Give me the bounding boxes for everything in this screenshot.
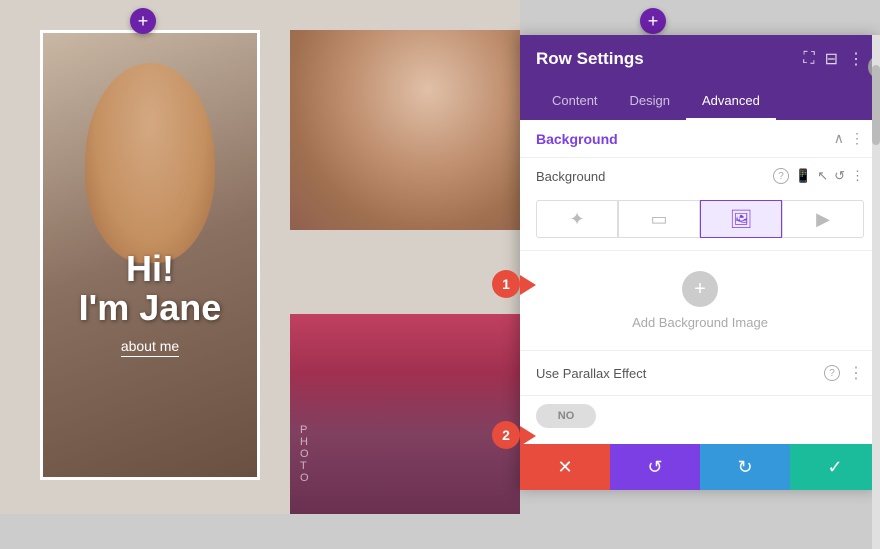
- redo-icon: ↻: [737, 457, 752, 478]
- badge-2-arrow: [520, 426, 536, 446]
- panel-tabs: Content Design Advanced: [520, 83, 880, 120]
- panel-header-icons: ⛶ ⊟ ⋮: [803, 49, 864, 69]
- action-bar: ✕ ↺ ↻ ✓: [520, 444, 880, 490]
- row-settings-panel: Row Settings ⛶ ⊟ ⋮ Content Design Advanc…: [520, 35, 880, 490]
- panel-header: Row Settings ⛶ ⊟ ⋮: [520, 35, 880, 83]
- background-help-icon[interactable]: ?: [773, 168, 789, 184]
- more-options-icon[interactable]: ⋮: [848, 49, 864, 69]
- add-background-area[interactable]: + Add Background Image: [520, 251, 880, 351]
- bg-image-icon: 🖼: [730, 209, 753, 230]
- collapse-icon[interactable]: ∧: [834, 130, 844, 147]
- background-row: Background ? 📱 ↖ ↺ ⋮: [520, 158, 880, 194]
- bg-type-buttons: ✦ ▭ 🖼 ▶: [520, 194, 880, 251]
- scrollbar[interactable]: [872, 35, 880, 549]
- cancel-icon: ✕: [557, 457, 572, 478]
- section-more-icon[interactable]: ⋮: [850, 130, 864, 147]
- undo-icon: ↺: [647, 457, 662, 478]
- bg-type-none[interactable]: ✦: [536, 200, 618, 238]
- panel-title: Row Settings: [536, 49, 644, 69]
- expand-icon[interactable]: ⛶: [803, 50, 814, 68]
- add-row-top-button[interactable]: +: [130, 8, 156, 34]
- cancel-button[interactable]: ✕: [520, 444, 610, 490]
- background-device-icon[interactable]: 📱: [795, 168, 811, 184]
- parallax-toggle[interactable]: NO: [536, 404, 596, 428]
- background-section-header: Background ∧ ⋮: [520, 120, 880, 158]
- save-button[interactable]: ✓: [790, 444, 880, 490]
- portrait-text: Hi! I'm Jane about me: [43, 249, 257, 357]
- bg-type-color[interactable]: ▭: [618, 200, 700, 238]
- bg-none-icon: ✦: [569, 209, 584, 230]
- panel-content: Background ∧ ⋮ Background ? 📱 ↖ ↺ ⋮ ✦ ▭: [520, 120, 880, 490]
- undo-button[interactable]: ↺: [610, 444, 700, 490]
- page-canvas: + Hi! I'm Jane about me PHOTO: [0, 0, 520, 514]
- right-image-top: [290, 30, 520, 230]
- tab-content[interactable]: Content: [536, 83, 614, 120]
- redo-button[interactable]: ↻: [700, 444, 790, 490]
- add-bg-button[interactable]: +: [682, 271, 718, 307]
- bg-video-icon: ▶: [816, 209, 830, 230]
- background-more-icon[interactable]: ⋮: [851, 168, 864, 184]
- right-image-bottom: PHOTO: [290, 314, 520, 514]
- toggle-value: NO: [558, 410, 575, 422]
- badge-2: 2: [492, 421, 520, 449]
- badge-1-arrow: [520, 275, 536, 295]
- background-controls: ? 📱 ↖ ↺ ⋮: [773, 168, 864, 184]
- badge-1: 1: [492, 270, 520, 298]
- hi-text: Hi! I'm Jane: [43, 249, 257, 328]
- add-bg-label: Add Background Image: [632, 315, 768, 330]
- about-me-link[interactable]: about me: [121, 338, 179, 357]
- face-closeup-bottom: PHOTO: [290, 314, 520, 514]
- parallax-label: Use Parallax Effect: [536, 366, 816, 381]
- background-reset-icon[interactable]: ↺: [834, 168, 845, 184]
- tab-advanced[interactable]: Advanced: [686, 83, 776, 120]
- bg-type-image[interactable]: 🖼: [700, 200, 782, 238]
- parallax-more-icon[interactable]: ⋮: [848, 363, 864, 383]
- background-cursor-icon[interactable]: ↖: [817, 168, 828, 184]
- toggle-area: NO: [520, 396, 880, 444]
- background-label: Background: [536, 169, 765, 184]
- portrait-card: Hi! I'm Jane about me: [40, 30, 260, 480]
- bg-color-icon: ▭: [650, 209, 667, 230]
- parallax-help-icon[interactable]: ?: [824, 365, 840, 381]
- scrollbar-thumb[interactable]: [872, 65, 880, 145]
- parallax-controls: ? ⋮: [824, 363, 864, 383]
- columns-icon[interactable]: ⊟: [825, 49, 838, 69]
- bg-type-video[interactable]: ▶: [782, 200, 864, 238]
- section-title: Background: [536, 131, 618, 147]
- add-row-mid-button[interactable]: +: [640, 8, 666, 34]
- save-icon: ✓: [827, 457, 842, 478]
- tab-design[interactable]: Design: [614, 83, 686, 120]
- woman-face: [85, 63, 215, 263]
- section-header-right: ∧ ⋮: [834, 130, 864, 147]
- face-closeup-top: [290, 30, 520, 230]
- parallax-row: Use Parallax Effect ? ⋮: [520, 351, 880, 396]
